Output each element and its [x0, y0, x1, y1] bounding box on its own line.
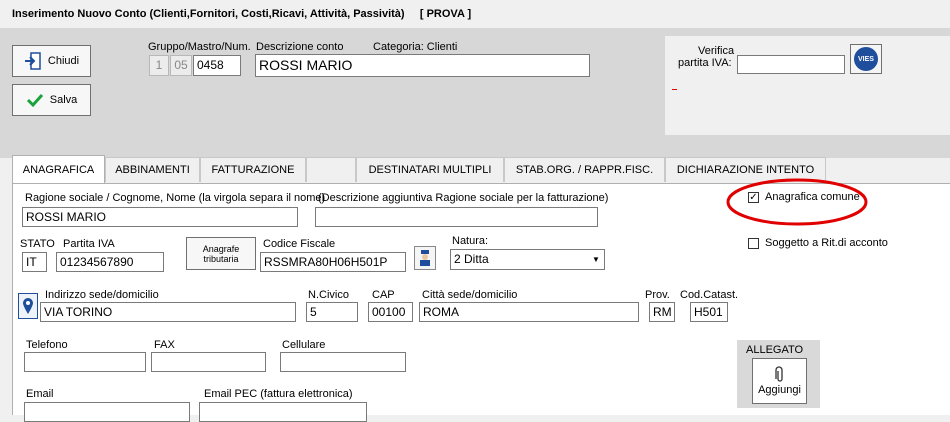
fax-label: FAX [154, 339, 175, 351]
soggetto-rit-checkbox[interactable] [748, 238, 759, 249]
natura-select[interactable]: 2 Ditta [450, 249, 605, 270]
save-button[interactable]: Salva [12, 84, 91, 116]
tab-destinatari-multipli[interactable]: DESTINATARI MULTIPLI [356, 157, 504, 182]
red-circle-annotation [726, 178, 868, 226]
chevron-down-icon: ▼ [592, 255, 600, 264]
descr-agg-label: (Descrizione aggiuntiva Ragione sociale … [318, 192, 609, 204]
cellulare-input[interactable] [280, 352, 406, 372]
prov-input[interactable]: RM [649, 302, 675, 322]
citta-label: Città sede/domicilio [422, 289, 518, 301]
catast-input[interactable]: H501 [690, 302, 728, 322]
description-input[interactable]: ROSSI MARIO [255, 54, 590, 77]
tab-destinatari-label: DESTINATARI MULTIPLI [368, 164, 492, 176]
indirizzo-label: Indirizzo sede/domicilio [45, 289, 159, 301]
vies-label: VIES [858, 55, 874, 63]
police-officer-button[interactable] [414, 246, 436, 270]
cf-label: Codice Fiscale [263, 238, 336, 250]
allegato-label: ALLEGATO [746, 344, 804, 356]
map-pin-button[interactable] [18, 293, 38, 319]
tab-dichiarazione-label: DICHIARAZIONE INTENTO [676, 164, 815, 176]
paperclip-icon [774, 366, 783, 382]
close-button[interactable]: Chiudi [12, 45, 91, 77]
anagrafe-line2: tributaria [203, 253, 239, 264]
status-dash [672, 89, 677, 90]
tab-fatturazione[interactable]: FATTURAZIONE [200, 157, 306, 182]
pec-input[interactable] [199, 402, 367, 422]
fax-input[interactable] [151, 352, 266, 372]
aggiungi-label: Aggiungi [758, 384, 801, 396]
description-label: Descrizione conto [256, 41, 344, 53]
vies-button[interactable]: VIES [850, 44, 882, 74]
pec-label: Email PEC (fattura elettronica) [204, 388, 353, 400]
ragione-label: Ragione sociale / Cognome, Nome (la virg… [25, 192, 326, 204]
civico-label: N.Civico [308, 289, 349, 301]
map-pin-icon [23, 298, 33, 314]
group-field: 1 [149, 55, 169, 76]
telefono-label: Telefono [26, 339, 68, 351]
window-title-text: Inserimento Nuovo Conto (Clienti,Fornito… [12, 8, 405, 20]
soggetto-rit-label: Soggetto a Rit.di acconto [765, 237, 888, 249]
vat-check-label-2: partita IVA: [678, 57, 732, 69]
aggiungi-button[interactable]: Aggiungi [752, 358, 807, 404]
title-bar: Inserimento Nuovo Conto (Clienti,Fornito… [0, 0, 950, 28]
email-input[interactable] [24, 402, 190, 422]
number-field[interactable]: 0458 [193, 55, 241, 76]
natura-label: Natura: [452, 235, 489, 247]
tab-abbinamenti[interactable]: ABBINAMENTI [105, 157, 200, 182]
anagrafe-tributaria-button[interactable]: Anagrafe tributaria [186, 237, 256, 270]
tab-anagrafica-label: ANAGRAFICA [22, 164, 95, 176]
piva-input[interactable]: 01234567890 [56, 252, 164, 272]
stato-label: STATO [20, 238, 55, 250]
citta-input[interactable]: ROMA [419, 302, 639, 322]
category-label: Categoria: Clienti [373, 41, 458, 53]
account-code-label: Gruppo/Mastro/Num. [148, 41, 251, 53]
cap-label: CAP [372, 289, 395, 301]
tab-blank[interactable] [306, 157, 356, 182]
exit-door-icon [24, 52, 41, 70]
mastro-field: 05 [170, 55, 192, 76]
tab-anagrafica[interactable]: ANAGRAFICA [12, 155, 105, 184]
vat-check-label-1: Verifica [698, 45, 735, 57]
natura-dropdown-button[interactable]: ▼ [588, 250, 604, 269]
natura-value: 2 Ditta [454, 252, 489, 266]
tab-fatturazione-label: FATTURAZIONE [211, 164, 295, 176]
indirizzo-input[interactable]: VIA TORINO [40, 302, 296, 322]
civico-input[interactable]: 5 [306, 302, 358, 322]
stato-input[interactable]: IT [22, 252, 47, 272]
telefono-input[interactable] [24, 352, 146, 372]
tab-stab-org-label: STAB.ORG. / RAPPR.FISC. [515, 164, 654, 176]
ragione-input[interactable]: ROSSI MARIO [22, 207, 298, 227]
catast-label: Cod.Catast. [680, 289, 739, 301]
piva-label: Partita IVA [63, 238, 115, 250]
cellulare-label: Cellulare [282, 339, 326, 351]
vat-check-input[interactable] [737, 55, 845, 74]
cap-input[interactable]: 00100 [368, 302, 413, 322]
tab-abbinamenti-label: ABBINAMENTI [115, 164, 190, 176]
police-officer-icon [420, 250, 430, 266]
save-button-label: Salva [49, 94, 78, 106]
window-title: Inserimento Nuovo Conto (Clienti,Fornito… [12, 8, 471, 20]
mode-badge: [ PROVA ] [419, 8, 472, 20]
cf-input[interactable]: RSSMRA80H06H501P [260, 252, 406, 272]
email-label: Email [26, 388, 54, 400]
descr-agg-input[interactable] [315, 207, 598, 227]
close-button-label: Chiudi [47, 55, 80, 67]
vies-icon: VIES [854, 47, 878, 71]
prov-label: Prov. [645, 289, 670, 301]
tab-stab-org[interactable]: STAB.ORG. / RAPPR.FISC. [504, 157, 665, 182]
anagrafe-line1: Anagrafe [202, 243, 240, 254]
checkmark-icon [26, 93, 43, 108]
